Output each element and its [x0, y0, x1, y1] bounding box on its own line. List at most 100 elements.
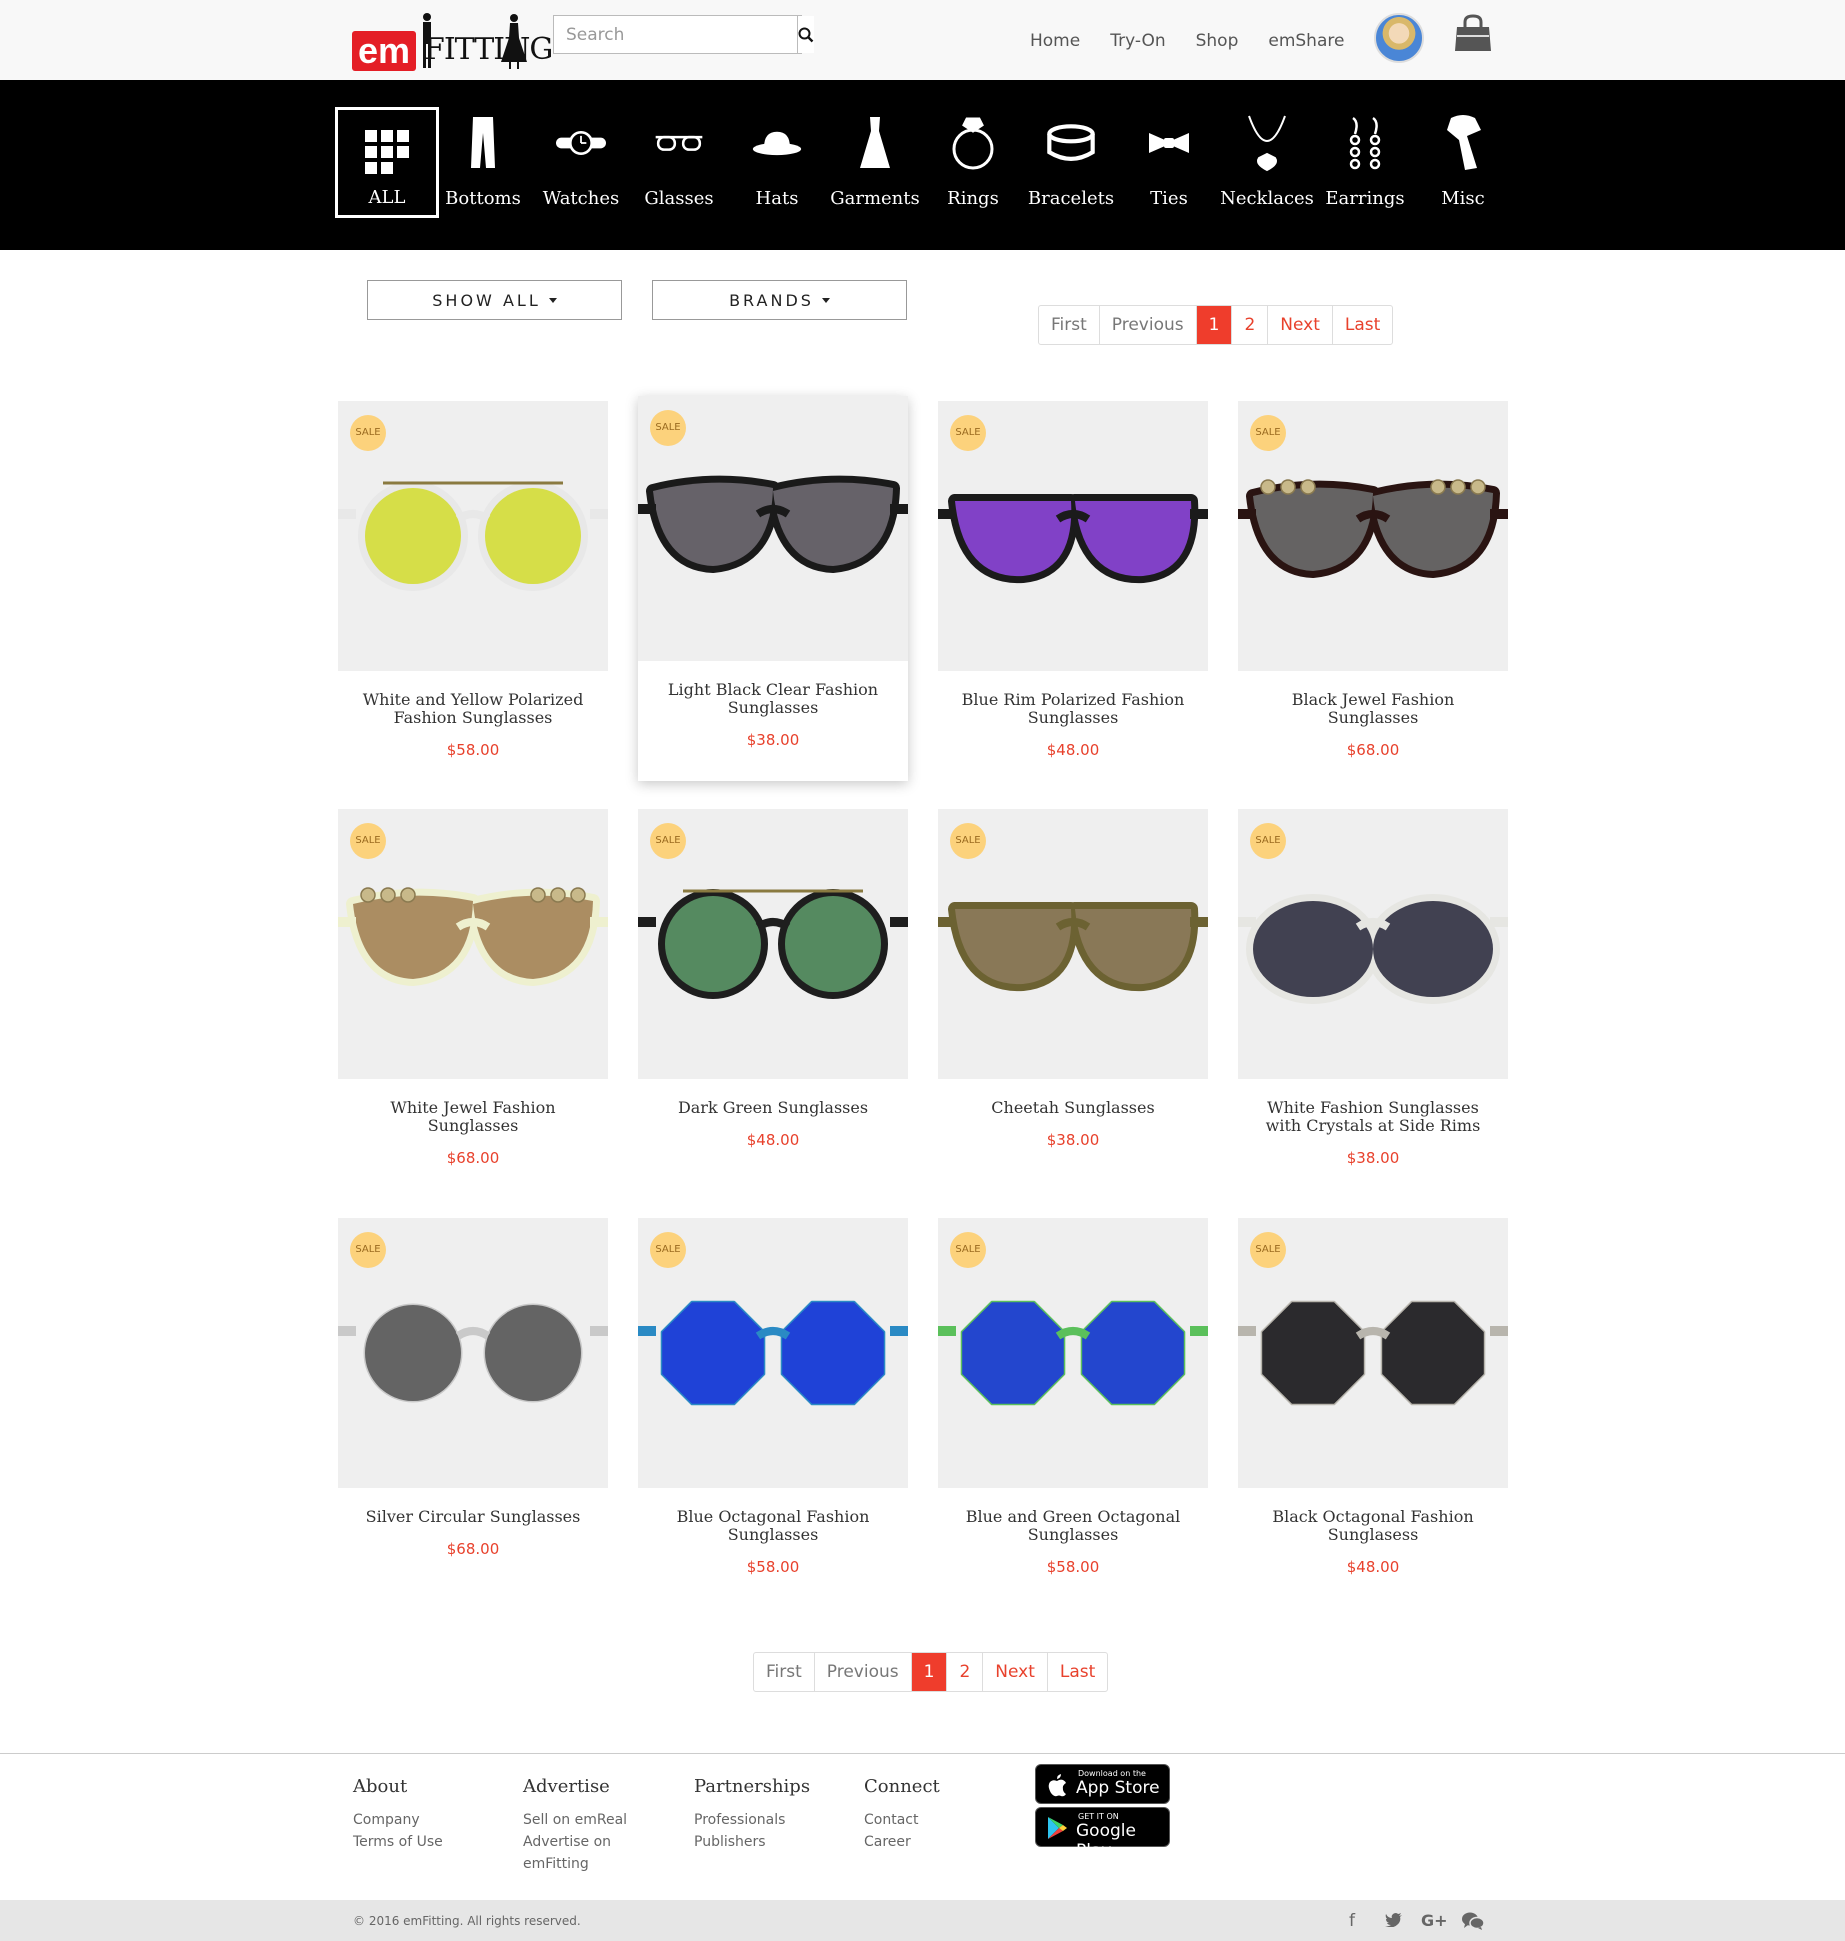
google-plus-icon[interactable]: G+ — [1421, 1911, 1448, 1930]
product-name[interactable]: Black Octagonal Fashion Sunglasess — [1258, 1508, 1488, 1544]
sale-badge: SALE — [350, 1232, 386, 1268]
product-name[interactable]: Dark Green Sunglasses — [658, 1099, 888, 1117]
footer-link-professionals[interactable]: Professionals — [694, 1809, 810, 1831]
grid-icon — [362, 124, 412, 179]
product-image[interactable]: SALE — [638, 809, 908, 1079]
page-last[interactable]: Last — [1048, 1653, 1107, 1691]
category-glasses[interactable]: Glasses — [630, 80, 728, 250]
facebook-icon[interactable]: f — [1349, 1911, 1355, 1931]
page-1[interactable]: 1 — [1196, 306, 1233, 344]
footer-link-advertise[interactable]: Advertise on — [523, 1831, 627, 1853]
footer-link-publishers[interactable]: Publishers — [694, 1831, 810, 1853]
page-2[interactable]: 2 — [947, 1653, 984, 1691]
footer-link-advertise-cont[interactable]: emFitting — [523, 1853, 627, 1875]
category-bracelets[interactable]: Bracelets — [1022, 80, 1120, 250]
twitter-icon[interactable] — [1385, 1913, 1402, 1927]
nav-try-on[interactable]: Try-On — [1110, 28, 1165, 54]
footer-link-company[interactable]: Company — [353, 1809, 443, 1831]
product-image[interactable]: SALE — [1238, 809, 1508, 1079]
product-name[interactable]: White and Yellow Polarized Fashion Sungl… — [358, 691, 588, 727]
product-name[interactable]: Cheetah Sunglasses — [958, 1099, 1188, 1117]
category-hats[interactable]: Hats — [728, 80, 826, 250]
category-bottoms[interactable]: Bottoms — [434, 80, 532, 250]
product-image[interactable]: SALE — [338, 401, 608, 671]
page-2[interactable]: 2 — [1232, 306, 1269, 344]
nav-home[interactable]: Home — [1030, 28, 1080, 54]
product-image[interactable]: SALE — [338, 1218, 608, 1488]
logo-figure-icon — [501, 14, 527, 69]
pants-icon — [458, 115, 508, 170]
search-input[interactable] — [554, 16, 797, 53]
nav-emshare[interactable]: emShare — [1268, 28, 1344, 54]
page-last[interactable]: Last — [1333, 306, 1392, 344]
product-name[interactable]: Black Jewel Fashion Sunglasses — [1258, 691, 1488, 727]
sale-badge: SALE — [650, 823, 686, 859]
product-price: $48.00 — [1346, 1558, 1400, 1576]
user-avatar[interactable] — [1374, 13, 1424, 63]
product-card[interactable]: SALE Black Octagonal Fashion Sunglasess $4… — [1238, 1218, 1508, 1618]
page-previous[interactable]: Previous — [1100, 306, 1197, 344]
page-previous[interactable]: Previous — [815, 1653, 912, 1691]
product-price: $48.00 — [1046, 741, 1100, 759]
category-rings[interactable]: Rings — [924, 80, 1022, 250]
product-image[interactable]: SALE — [938, 809, 1208, 1079]
category-watches[interactable]: Watches — [532, 80, 630, 250]
product-image[interactable]: SALE — [338, 809, 608, 1079]
product-name[interactable]: White Jewel Fashion Sunglasses — [358, 1099, 588, 1135]
footer-link-terms[interactable]: Terms of Use — [353, 1831, 443, 1853]
product-card[interactable]: SALE Blue and Green Octagonal Sunglasses $… — [938, 1218, 1208, 1618]
product-image[interactable]: SALE — [938, 1218, 1208, 1488]
shopping-bag-icon[interactable] — [1453, 13, 1493, 53]
product-name[interactable]: Blue and Green Octagonal Sunglasses — [958, 1508, 1188, 1544]
product-name[interactable]: Blue Octagonal Fashion Sunglasses — [658, 1508, 888, 1544]
footer-link-sell[interactable]: Sell on emReal — [523, 1809, 627, 1831]
product-image[interactable]: SALE — [638, 396, 908, 661]
footer-link-career[interactable]: Career — [864, 1831, 940, 1853]
page-first[interactable]: First — [754, 1653, 815, 1691]
product-image[interactable]: SALE — [1238, 1218, 1508, 1488]
logo-man-icon — [423, 13, 431, 68]
product-price: $68.00 — [1346, 741, 1400, 759]
brands-dropdown[interactable]: BRANDS — [652, 280, 907, 320]
product-name[interactable]: Silver Circular Sunglasses — [358, 1508, 588, 1526]
nav-shop[interactable]: Shop — [1196, 28, 1239, 54]
footer-link-contact[interactable]: Contact — [864, 1809, 940, 1831]
page-next[interactable]: Next — [1268, 306, 1333, 344]
search-box — [553, 15, 814, 54]
show-all-dropdown[interactable]: SHOW ALL — [367, 280, 622, 320]
earrings-icon — [1340, 115, 1390, 170]
product-price: $68.00 — [446, 1540, 500, 1558]
category-earrings[interactable]: Earrings — [1316, 80, 1414, 250]
product-card[interactable]: SALE White and Yellow Polarized Fashion S… — [338, 401, 608, 801]
page-first[interactable]: First — [1039, 306, 1100, 344]
product-card[interactable]: SALE Cheetah Sunglasses $38.00 — [938, 809, 1208, 1209]
product-card[interactable]: SALE White Fashion Sunglasses with Crysta… — [1238, 809, 1508, 1209]
category-misc[interactable]: Misc — [1414, 80, 1512, 250]
emfitting-logo[interactable]: em FITTING — [350, 12, 553, 71]
category-garments[interactable]: Garments — [826, 80, 924, 250]
category-ties[interactable]: Ties — [1120, 80, 1218, 250]
wechat-icon[interactable] — [1462, 1912, 1484, 1930]
product-card[interactable]: SALE Dark Green Sunglasses $48.00 — [638, 809, 908, 1209]
product-card[interactable]: SALE Black Jewel Fashion Sunglasses $68.00 — [1238, 401, 1508, 801]
product-card[interactable]: SALE Light Black Clear Fashion Sunglasses… — [638, 396, 908, 781]
pagination-bottom: First Previous 1 2 Next Last — [753, 1652, 1109, 1692]
product-image[interactable]: SALE — [938, 401, 1208, 671]
product-card[interactable]: SALE Blue Octagonal Fashion Sunglasses $58… — [638, 1218, 908, 1618]
page-next[interactable]: Next — [983, 1653, 1048, 1691]
search-button[interactable] — [797, 16, 814, 53]
google-play-badge[interactable]: GET IT ON Google Play — [1035, 1807, 1170, 1861]
copyright-text: © 2016 emFitting. All rights reserved. — [353, 1914, 581, 1928]
category-necklaces[interactable]: Necklaces — [1218, 80, 1316, 250]
app-store-badge[interactable]: Download on the App Store — [1035, 1764, 1170, 1804]
product-image[interactable]: SALE — [638, 1218, 908, 1488]
product-name[interactable]: White Fashion Sunglasses with Crystals a… — [1258, 1099, 1488, 1135]
app-store-big: App Store — [1076, 1778, 1160, 1798]
product-card[interactable]: SALE Silver Circular Sunglasses $68.00 — [338, 1218, 608, 1618]
product-card[interactable]: SALE White Jewel Fashion Sunglasses $68.00 — [338, 809, 608, 1209]
product-name[interactable]: Light Black Clear Fashion Sunglasses — [658, 681, 888, 717]
product-image[interactable]: SALE — [1238, 401, 1508, 671]
page-1[interactable]: 1 — [911, 1653, 948, 1691]
product-card[interactable]: SALE Blue Rim Polarized Fashion Sunglasse… — [938, 401, 1208, 801]
product-name[interactable]: Blue Rim Polarized Fashion Sunglasses — [958, 691, 1188, 727]
